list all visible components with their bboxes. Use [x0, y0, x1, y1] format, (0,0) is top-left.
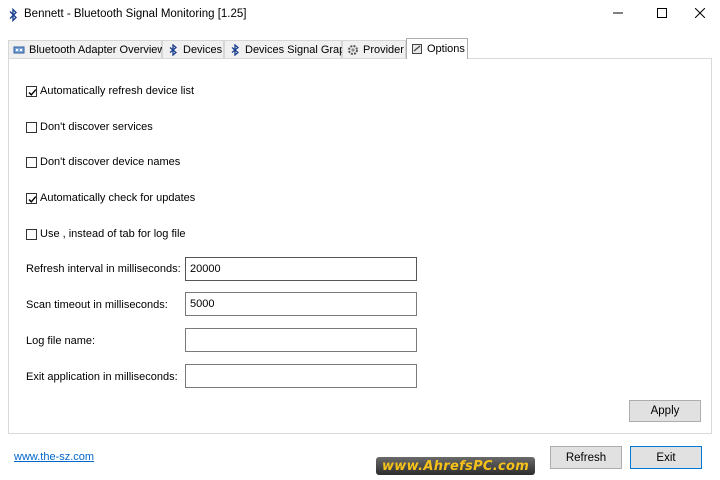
apply-button[interactable]: Apply: [629, 400, 701, 422]
maximize-icon: [657, 7, 667, 21]
tab-devices-signal-graph[interactable]: Devices Signal Graph: [224, 40, 351, 58]
auto-refresh-checkbox[interactable]: [26, 85, 37, 97]
gear-icon: [347, 44, 359, 56]
log-file-name-input[interactable]: [185, 328, 417, 352]
auto-refresh-checkbox-row[interactable]: Automatically refresh device list: [26, 85, 194, 97]
tab-label: Bluetooth Adapter Overview: [29, 43, 166, 56]
tab-provider[interactable]: Provider: [342, 40, 406, 58]
tab-bluetooth-adapter-overview[interactable]: Bluetooth Adapter Overview: [8, 40, 166, 58]
options-icon: [411, 43, 423, 55]
refresh-button[interactable]: Refresh: [550, 446, 622, 469]
tab-devices[interactable]: Devices: [162, 40, 224, 58]
website-link[interactable]: www.the-sz.com: [14, 451, 94, 463]
scan-timeout-label: Scan timeout in milliseconds:: [26, 299, 168, 311]
title-bar: Bennett - Bluetooth Signal Monitoring [1…: [0, 0, 720, 30]
log-file-name-label: Log file name:: [26, 335, 96, 347]
tab-label: Options: [427, 43, 465, 55]
exit-button[interactable]: Exit: [630, 446, 702, 469]
checkbox-label: Automatically refresh device list: [40, 85, 195, 97]
scan-timeout-input[interactable]: [185, 292, 417, 316]
use-comma-checkbox-row[interactable]: Use , instead of tab for log file: [26, 228, 186, 240]
checkbox-label: Automatically check for updates: [40, 192, 196, 204]
checkbox-label: Use , instead of tab for log file: [40, 228, 186, 240]
tab-label: Devices: [183, 43, 223, 56]
close-button[interactable]: [680, 0, 720, 28]
dont-discover-services-checkbox[interactable]: [26, 121, 37, 133]
exit-application-input[interactable]: [185, 364, 417, 388]
minimize-icon: [613, 8, 623, 21]
refresh-interval-input[interactable]: [185, 257, 417, 281]
dont-discover-names-checkbox[interactable]: [26, 156, 37, 168]
tab-options[interactable]: Options: [406, 38, 468, 59]
auto-check-updates-checkbox[interactable]: [26, 192, 37, 204]
bluetooth-icon: [229, 43, 241, 56]
dont-discover-services-checkbox-row[interactable]: Don't discover services: [26, 121, 153, 133]
use-comma-checkbox[interactable]: [26, 228, 37, 240]
tab-label: Devices Signal Graph: [245, 43, 352, 56]
dont-discover-names-checkbox-row[interactable]: Don't discover device names: [26, 156, 180, 168]
watermark-logo: www.AhrefsPC.com: [376, 457, 536, 475]
auto-check-updates-checkbox-row[interactable]: Automatically check for updates: [26, 192, 195, 204]
maximize-button[interactable]: [642, 0, 682, 28]
adapter-icon: [13, 44, 25, 56]
tab-label: Provider: [363, 43, 404, 56]
bluetooth-icon: [8, 7, 18, 23]
close-icon: [694, 7, 706, 21]
window-title: Bennett - Bluetooth Signal Monitoring [1…: [24, 8, 247, 20]
checkbox-label: Don't discover device names: [40, 156, 181, 168]
exit-application-label: Exit application in milliseconds:: [26, 371, 178, 383]
tab-strip: Bluetooth Adapter Overview Devices Devic…: [8, 38, 712, 59]
options-panel: Automatically refresh device list Don't …: [8, 58, 712, 434]
minimize-button[interactable]: [598, 0, 638, 28]
bluetooth-icon: [167, 43, 179, 56]
refresh-interval-label: Refresh interval in milliseconds:: [26, 263, 181, 275]
checkbox-label: Don't discover services: [40, 121, 153, 133]
